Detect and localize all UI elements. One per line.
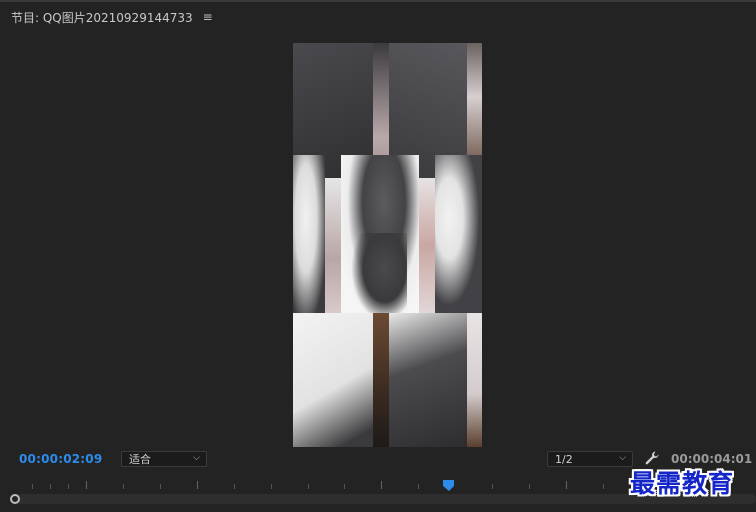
zoom-fit-value: 适合 (129, 453, 151, 466)
playhead-marker[interactable] (442, 480, 456, 492)
frame-strip (293, 155, 325, 313)
frame-strip (389, 313, 467, 447)
frame-strip (419, 178, 435, 313)
watermark-text: 最需教育 (630, 469, 735, 498)
ruler-tick (418, 484, 419, 489)
program-monitor-viewer[interactable] (293, 43, 482, 447)
chevron-down-icon: ⌵ (193, 453, 200, 463)
ruler-tick (603, 484, 604, 489)
frame-strip (467, 313, 482, 447)
zoom-fit-dropdown[interactable]: 适合 ⌵ (121, 451, 207, 467)
panel-title[interactable]: 节目: QQ图片20210929144733 (11, 9, 193, 26)
ruler-tick (32, 484, 33, 489)
ruler-tick (50, 484, 51, 489)
ruler-tick (566, 481, 567, 489)
hamburger-menu-icon[interactable]: ≡ (203, 10, 213, 24)
frame-strip (325, 178, 341, 313)
chevron-down-icon: ⌵ (619, 453, 626, 463)
ruler-tick (68, 484, 69, 489)
ruler-tick (86, 481, 87, 489)
playback-resolution-dropdown[interactable]: 1/2 ⌵ (547, 451, 633, 467)
ruler-tick (381, 481, 382, 489)
ruler-tick (197, 481, 198, 489)
ruler-tick (234, 484, 235, 489)
current-timecode[interactable]: 00:00:02:09 (19, 452, 102, 466)
ruler-tick (492, 484, 493, 489)
frame-strip (351, 233, 407, 321)
ruler-tick (160, 484, 161, 489)
ruler-tick (308, 484, 309, 489)
ruler-tick (344, 484, 345, 489)
frame-strip (293, 313, 373, 447)
program-monitor-header: 节目: QQ图片20210929144733 ≡ (11, 8, 213, 26)
scrollbar-handle[interactable] (10, 494, 20, 504)
panel-top-border (0, 0, 756, 2)
ruler-tick (123, 484, 124, 489)
ruler-tick (271, 484, 272, 489)
playback-resolution-value: 1/2 (555, 452, 573, 466)
frame-strip (373, 313, 389, 447)
frame-strip (435, 155, 482, 313)
ruler-tick (529, 484, 530, 489)
